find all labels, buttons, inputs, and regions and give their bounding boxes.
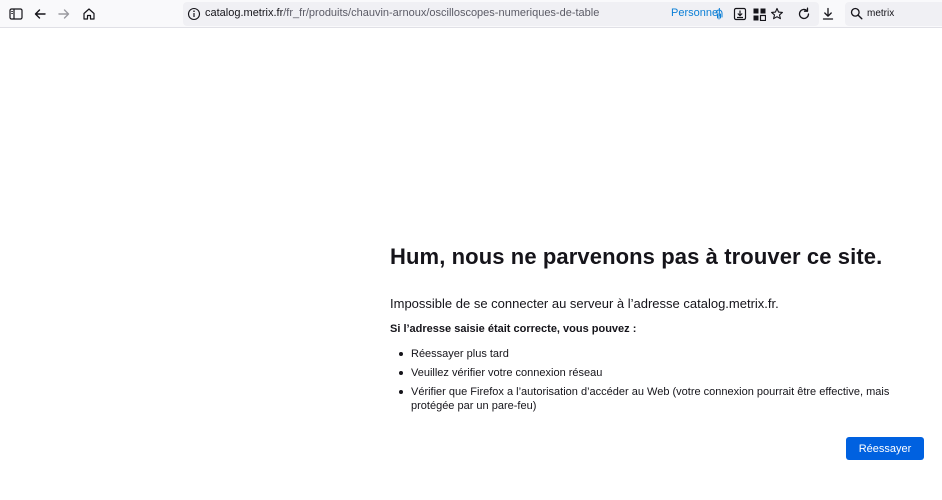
suggestion-list: Réessayer plus tard Veuillez vérifier vo…	[398, 347, 928, 418]
sidebar-icon[interactable]	[5, 3, 27, 25]
forward-icon[interactable]	[53, 3, 75, 25]
url-path: /fr_fr/produits/chauvin-arnoux/oscillosc…	[283, 7, 600, 19]
bullet-icon	[399, 390, 403, 394]
back-icon[interactable]	[29, 3, 51, 25]
info-icon[interactable]	[187, 7, 201, 21]
browser-toolbar: catalog.metrix.fr/fr_fr/produits/chauvin…	[0, 0, 942, 28]
list-item: Vérifier que Firefox a l’autorisation d’…	[398, 385, 928, 413]
retry-button[interactable]: Réessayer	[846, 437, 924, 460]
fingerprint-icon[interactable]	[714, 8, 724, 20]
bullet-icon	[399, 371, 403, 375]
error-description: Impossible de se connecter au serveur à …	[390, 296, 779, 311]
extensions-icon[interactable]	[751, 6, 767, 22]
search-bar[interactable]: metrix	[845, 2, 942, 26]
bookmark-star-icon[interactable]	[769, 6, 785, 22]
url-bar[interactable]: catalog.metrix.fr/fr_fr/produits/chauvin…	[183, 2, 819, 26]
error-subtitle: Si l’adresse saisie était correcte, vous…	[390, 323, 637, 335]
reload-icon[interactable]	[793, 3, 815, 25]
list-item: Réessayer plus tard	[398, 347, 928, 361]
home-icon[interactable]	[78, 3, 100, 25]
list-item: Veuillez vérifier votre connexion réseau	[398, 366, 928, 380]
list-item-text: Vérifier que Firefox a l’autorisation d’…	[411, 386, 890, 412]
error-title: Hum, nous ne parvenons pas à trouver ce …	[390, 244, 883, 269]
search-input[interactable]: metrix	[867, 8, 894, 19]
list-item-text: Veuillez vérifier votre connexion réseau	[411, 367, 603, 379]
bullet-icon	[399, 352, 403, 356]
download-icon[interactable]	[817, 3, 839, 25]
url-domain: catalog.metrix.fr	[205, 7, 284, 19]
list-item-text: Réessayer plus tard	[411, 348, 509, 360]
save-to-device-icon[interactable]	[732, 6, 748, 22]
search-icon	[850, 7, 864, 21]
url-text[interactable]: catalog.metrix.fr/fr_fr/produits/chauvin…	[205, 7, 599, 19]
